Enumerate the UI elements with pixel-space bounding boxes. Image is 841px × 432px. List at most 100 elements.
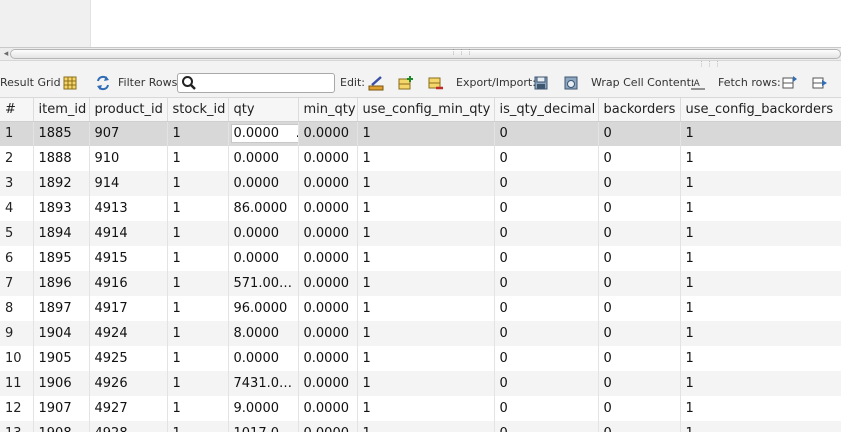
qty-cell[interactable]: 7431.0… xyxy=(228,371,299,396)
product-id-cell[interactable]: 914 xyxy=(89,171,168,196)
column-header-use-config-backorders[interactable]: use_config_backorders xyxy=(680,98,841,122)
row-number-cell[interactable]: 9 xyxy=(0,321,34,346)
item-id-cell[interactable]: 1906 xyxy=(33,371,90,396)
is-qty-decimal-cell[interactable]: 0 xyxy=(494,396,599,421)
is-qty-decimal-cell[interactable]: 0 xyxy=(494,146,599,171)
column-header-item-id[interactable]: item_id xyxy=(33,98,90,122)
min-qty-cell[interactable]: 0.0000 xyxy=(298,321,358,346)
table-row[interactable]: 4 1893 4913 1 86.0000 0.0000 1 0 0 1 xyxy=(0,196,841,221)
qty-cell[interactable]: 1017.0… xyxy=(228,421,299,432)
filter-rows-field[interactable] xyxy=(177,73,335,93)
backorders-cell[interactable]: 0 xyxy=(598,221,681,246)
table-row[interactable]: 12 1907 4927 1 9.0000 0.0000 1 0 0 1 xyxy=(0,396,841,421)
use-config-min-qty-cell[interactable]: 1 xyxy=(357,196,495,221)
use-config-backorders-cell[interactable]: 1 xyxy=(680,396,841,421)
item-id-cell[interactable]: 1897 xyxy=(33,296,90,321)
qty-cell[interactable]: 0.0000 xyxy=(228,246,299,271)
backorders-cell[interactable]: 0 xyxy=(598,371,681,396)
wrap-cell-icon[interactable]: IA xyxy=(690,75,706,91)
use-config-min-qty-cell[interactable]: 1 xyxy=(357,146,495,171)
min-qty-cell[interactable]: 0.0000 xyxy=(298,371,358,396)
item-id-cell[interactable]: 1885 xyxy=(33,121,90,146)
stock-id-cell[interactable]: 1 xyxy=(167,146,229,171)
import-icon[interactable] xyxy=(563,75,579,91)
add-row-icon[interactable] xyxy=(398,75,414,91)
column-header-use-config-min-qty[interactable]: use_config_min_qty xyxy=(357,98,495,122)
use-config-backorders-cell[interactable]: 1 xyxy=(680,196,841,221)
table-row[interactable]: 1 1885 907 1 0.0000 0.0000 1 0 0 1 xyxy=(0,121,841,146)
fetch-all-icon[interactable] xyxy=(812,75,828,91)
product-id-cell[interactable]: 4925 xyxy=(89,346,168,371)
backorders-cell[interactable]: 0 xyxy=(598,121,681,146)
min-qty-cell[interactable]: 0.0000 xyxy=(298,196,358,221)
sql-editor-area[interactable] xyxy=(0,0,841,47)
table-row[interactable]: 131908492811017.0…0.00001001 xyxy=(0,421,841,432)
is-qty-decimal-cell[interactable]: 0 xyxy=(494,296,599,321)
stock-id-cell[interactable]: 1 xyxy=(167,271,229,296)
row-number-cell[interactable]: 12 xyxy=(0,396,34,421)
row-number-cell[interactable]: 13 xyxy=(0,421,34,432)
stock-id-cell[interactable]: 1 xyxy=(167,296,229,321)
use-config-min-qty-cell[interactable]: 1 xyxy=(357,171,495,196)
backorders-cell[interactable]: 0 xyxy=(598,346,681,371)
row-number-cell[interactable]: 6 xyxy=(0,246,34,271)
qty-cell[interactable]: 571.0000 xyxy=(228,271,299,296)
is-qty-decimal-cell[interactable]: 0 xyxy=(494,196,599,221)
product-id-cell[interactable]: 4928 xyxy=(89,421,168,432)
qty-cell[interactable]: 0.0000 xyxy=(228,221,299,246)
use-config-backorders-cell[interactable]: 1 xyxy=(680,321,841,346)
use-config-min-qty-cell[interactable]: 1 xyxy=(357,271,495,296)
column-header-stock-id[interactable]: stock_id xyxy=(167,98,229,122)
product-id-cell[interactable]: 4924 xyxy=(89,321,168,346)
item-id-cell[interactable]: 1905 xyxy=(33,346,90,371)
row-number-cell[interactable]: 11 xyxy=(0,371,34,396)
table-row[interactable]: 3 1892 914 1 0.0000 0.0000 1 0 0 1 xyxy=(0,171,841,196)
item-id-cell[interactable]: 1907 xyxy=(33,396,90,421)
table-row[interactable]: 10 1905 4925 1 0.0000 0.0000 1 0 0 1 xyxy=(0,346,841,371)
backorders-cell[interactable]: 0 xyxy=(598,146,681,171)
row-number-cell[interactable]: 3 xyxy=(0,171,34,196)
table-row[interactable]: 5 1894 4914 1 0.0000 0.0000 1 0 0 1 xyxy=(0,221,841,246)
row-number-cell[interactable]: 10 xyxy=(0,346,34,371)
qty-cell[interactable]: 0.0000 xyxy=(228,121,299,146)
column-header-backorders[interactable]: backorders xyxy=(598,98,681,122)
product-id-cell[interactable]: 4913 xyxy=(89,196,168,221)
stock-id-cell[interactable]: 1 xyxy=(167,346,229,371)
use-config-backorders-cell[interactable]: 1 xyxy=(680,121,841,146)
is-qty-decimal-cell[interactable]: 0 xyxy=(494,246,599,271)
export-icon[interactable] xyxy=(533,75,549,91)
backorders-cell[interactable]: 0 xyxy=(598,296,681,321)
row-number-cell[interactable]: 8 xyxy=(0,296,34,321)
use-config-backorders-cell[interactable]: 1 xyxy=(680,371,841,396)
qty-cell[interactable]: 86.0000 xyxy=(228,196,299,221)
column-header-min-qty[interactable]: min_qty xyxy=(298,98,358,122)
product-id-cell[interactable]: 4914 xyxy=(89,221,168,246)
is-qty-decimal-cell[interactable]: 0 xyxy=(494,421,599,432)
item-id-cell[interactable]: 1888 xyxy=(33,146,90,171)
item-id-cell[interactable]: 1908 xyxy=(33,421,90,432)
use-config-backorders-cell[interactable]: 1 xyxy=(680,246,841,271)
min-qty-cell[interactable]: 0.0000 xyxy=(298,171,358,196)
stock-id-cell[interactable]: 1 xyxy=(167,196,229,221)
is-qty-decimal-cell[interactable]: 0 xyxy=(494,221,599,246)
table-row[interactable]: 2 1888 910 1 0.0000 0.0000 1 0 0 1 xyxy=(0,146,841,171)
product-id-cell[interactable]: 4915 xyxy=(89,246,168,271)
min-qty-cell[interactable]: 0.0000 xyxy=(298,271,358,296)
use-config-backorders-cell[interactable]: 1 xyxy=(680,421,841,432)
product-id-cell[interactable]: 4916 xyxy=(89,271,168,296)
stock-id-cell[interactable]: 1 xyxy=(167,246,229,271)
stock-id-cell[interactable]: 1 xyxy=(167,321,229,346)
qty-cell[interactable]: 0.0000 xyxy=(228,146,299,171)
product-id-cell[interactable]: 910 xyxy=(89,146,168,171)
min-qty-cell[interactable]: 0.0000 xyxy=(298,396,358,421)
use-config-min-qty-cell[interactable]: 1 xyxy=(357,296,495,321)
min-qty-cell[interactable]: 0.0000 xyxy=(298,221,358,246)
use-config-min-qty-cell[interactable]: 1 xyxy=(357,421,495,432)
use-config-backorders-cell[interactable]: 1 xyxy=(680,346,841,371)
stock-id-cell[interactable]: 1 xyxy=(167,221,229,246)
min-qty-cell[interactable]: 0.0000 xyxy=(298,121,358,146)
result-grid-icon[interactable] xyxy=(62,75,78,91)
use-config-backorders-cell[interactable]: 1 xyxy=(680,171,841,196)
refresh-icon[interactable] xyxy=(95,75,111,91)
backorders-cell[interactable]: 0 xyxy=(598,271,681,296)
